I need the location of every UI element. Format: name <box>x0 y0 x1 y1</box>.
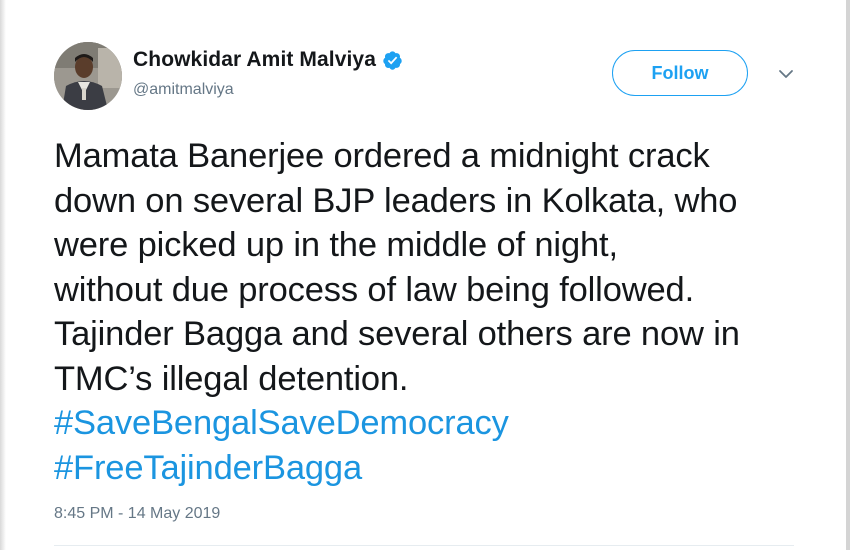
chevron-down-icon[interactable] <box>776 64 796 84</box>
tweet-text-line: down on several BJP leaders in Kolkata, … <box>54 181 738 220</box>
tweet-card: Chowkidar Amit Malviya @amitmalviya Foll… <box>22 0 812 550</box>
window-edge-right <box>846 0 850 550</box>
tweet-text-line: Mamata Banerjee ordered a midnight crack <box>54 137 710 175</box>
tweet-screenshot: Chowkidar Amit Malviya @amitmalviya Foll… <box>0 0 850 550</box>
tweet-text-line: Tajinder Bagga and several others are no… <box>54 315 740 353</box>
tweet-timestamp[interactable]: 8:45 PM - 14 May 2019 <box>54 505 220 523</box>
author-handle[interactable]: @amitmalviya <box>133 81 403 99</box>
tweet-header: Chowkidar Amit Malviya @amitmalviya Foll… <box>54 40 804 112</box>
hashtag-link[interactable]: #FreeTajinderBagga <box>54 446 794 491</box>
author-names: Chowkidar Amit Malviya @amitmalviya <box>133 46 403 99</box>
follow-button[interactable]: Follow <box>612 50 748 96</box>
hashtag-link[interactable]: #SaveBengalSaveDemocracy <box>54 401 794 446</box>
verified-badge-icon <box>383 50 402 70</box>
window-edge-left <box>0 0 6 550</box>
tweet-text-line: TMC’s illegal detention. <box>54 359 409 398</box>
tweet-text-line: without due process of law being followe… <box>54 270 695 309</box>
author-avatar[interactable] <box>54 42 122 110</box>
divider <box>54 545 794 546</box>
tweet-text-line: were picked up in the middle of night, <box>54 226 618 264</box>
display-name-row: Chowkidar Amit Malviya <box>133 46 403 74</box>
tweet-text: Mamata Banerjee ordered a midnight crack… <box>54 134 794 490</box>
author-display-name[interactable]: Chowkidar Amit Malviya <box>133 48 376 72</box>
avatar-image <box>54 42 122 110</box>
